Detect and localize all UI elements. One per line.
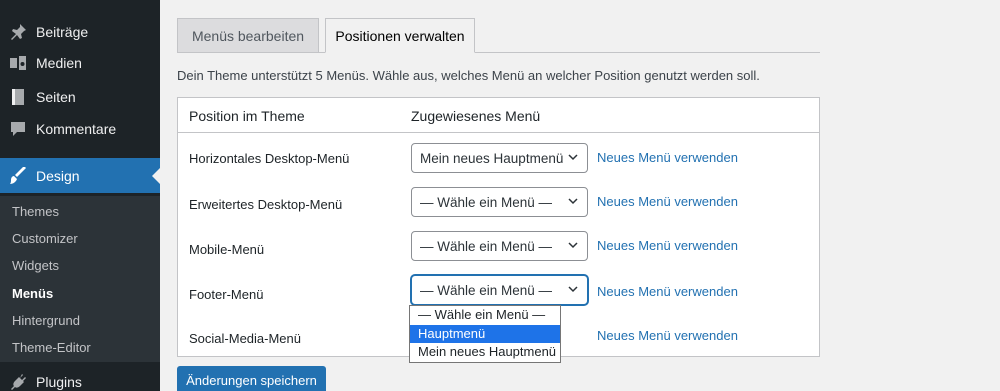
use-new-menu-link[interactable]: Neues Menü verwenden	[597, 328, 738, 343]
page-description: Dein Theme unterstützt 5 Menüs. Wähle au…	[177, 68, 760, 83]
sidebar-item-seiten[interactable]: Seiten	[0, 81, 160, 113]
sidebar-item-kommentare[interactable]: Kommentare	[0, 113, 160, 145]
select-value: — Wähle ein Menü —	[420, 194, 553, 210]
sidebar-item-label: Beiträge	[36, 24, 89, 40]
submenu-item-widgets[interactable]: Widgets	[12, 258, 59, 273]
sidebar-item-label: Design	[36, 167, 80, 184]
chevron-down-icon	[568, 198, 578, 205]
location-label: Social-Media-Menü	[189, 331, 301, 346]
menu-select-dropdown[interactable]: — Wähle ein Menü — Hauptmenü Mein neues …	[409, 305, 561, 363]
submenu-item-hintergrund[interactable]: Hintergrund	[12, 313, 80, 328]
submenu-item-menus[interactable]: Menüs	[12, 286, 53, 301]
dropdown-option[interactable]: — Wähle ein Menü —	[410, 306, 560, 325]
sidebar-item-design[interactable]: Design	[0, 158, 160, 193]
chevron-down-icon	[568, 242, 578, 249]
brush-icon	[0, 166, 36, 185]
save-changes-button[interactable]: Änderungen speichern	[177, 366, 326, 391]
chevron-down-icon	[568, 286, 578, 293]
sidebar-item-label: Seiten	[36, 89, 76, 105]
location-label: Horizontales Desktop-Menü	[189, 151, 350, 166]
submenu-item-theme-editor[interactable]: Theme-Editor	[12, 340, 91, 355]
use-new-menu-link[interactable]: Neues Menü verwenden	[597, 238, 738, 253]
select-value: Mein neues Hauptmenü	[420, 150, 564, 166]
submenu-item-themes[interactable]: Themes	[12, 204, 59, 219]
use-new-menu-link[interactable]: Neues Menü verwenden	[597, 284, 738, 299]
location-label: Mobile-Menü	[189, 242, 265, 257]
tab-edit-menus[interactable]: Menüs bearbeiten	[177, 18, 319, 53]
select-value: — Wähle ein Menü —	[420, 282, 553, 298]
plugin-icon	[0, 373, 36, 391]
use-new-menu-link[interactable]: Neues Menü verwenden	[597, 150, 738, 165]
menu-select[interactable]: Mein neues Hauptmenü	[411, 143, 588, 173]
sidebar-item-beitraege[interactable]: Beiträge	[0, 16, 160, 48]
design-submenu: Themes Customizer Widgets Menüs Hintergr…	[0, 196, 160, 362]
sidebar-item-label: Kommentare	[36, 121, 117, 137]
chevron-down-icon	[568, 154, 578, 161]
tab-manage-locations[interactable]: Positionen verwalten	[325, 18, 475, 53]
menu-select[interactable]: — Wähle ein Menü —	[411, 275, 588, 305]
menu-select[interactable]: — Wähle ein Menü —	[411, 187, 588, 217]
submenu-item-customizer[interactable]: Customizer	[12, 231, 78, 246]
menu-select[interactable]: — Wähle ein Menü —	[411, 231, 588, 261]
dropdown-option[interactable]: Hauptmenü	[410, 324, 560, 344]
header-divider	[178, 132, 819, 133]
column-header-position: Position im Theme	[189, 108, 305, 124]
sidebar-item-label: Plugins	[36, 374, 82, 390]
page-icon	[0, 88, 36, 106]
media-icon	[0, 54, 36, 72]
comment-icon	[0, 120, 36, 138]
select-value: — Wähle ein Menü —	[420, 238, 553, 254]
column-header-assigned-menu: Zugewiesenes Menü	[411, 108, 541, 124]
location-label: Erweitertes Desktop-Menü	[189, 197, 343, 212]
location-label: Footer-Menü	[189, 287, 264, 302]
admin-sidebar: Beiträge Medien Seiten Kommentare Design…	[0, 0, 160, 391]
dropdown-option[interactable]: Mein neues Hauptmenü	[410, 343, 560, 362]
sidebar-item-label: Medien	[36, 55, 82, 71]
use-new-menu-link[interactable]: Neues Menü verwenden	[597, 194, 738, 209]
pin-icon	[0, 23, 36, 41]
sidebar-item-medien[interactable]: Medien	[0, 47, 160, 79]
sidebar-item-plugins[interactable]: Plugins	[0, 366, 160, 391]
